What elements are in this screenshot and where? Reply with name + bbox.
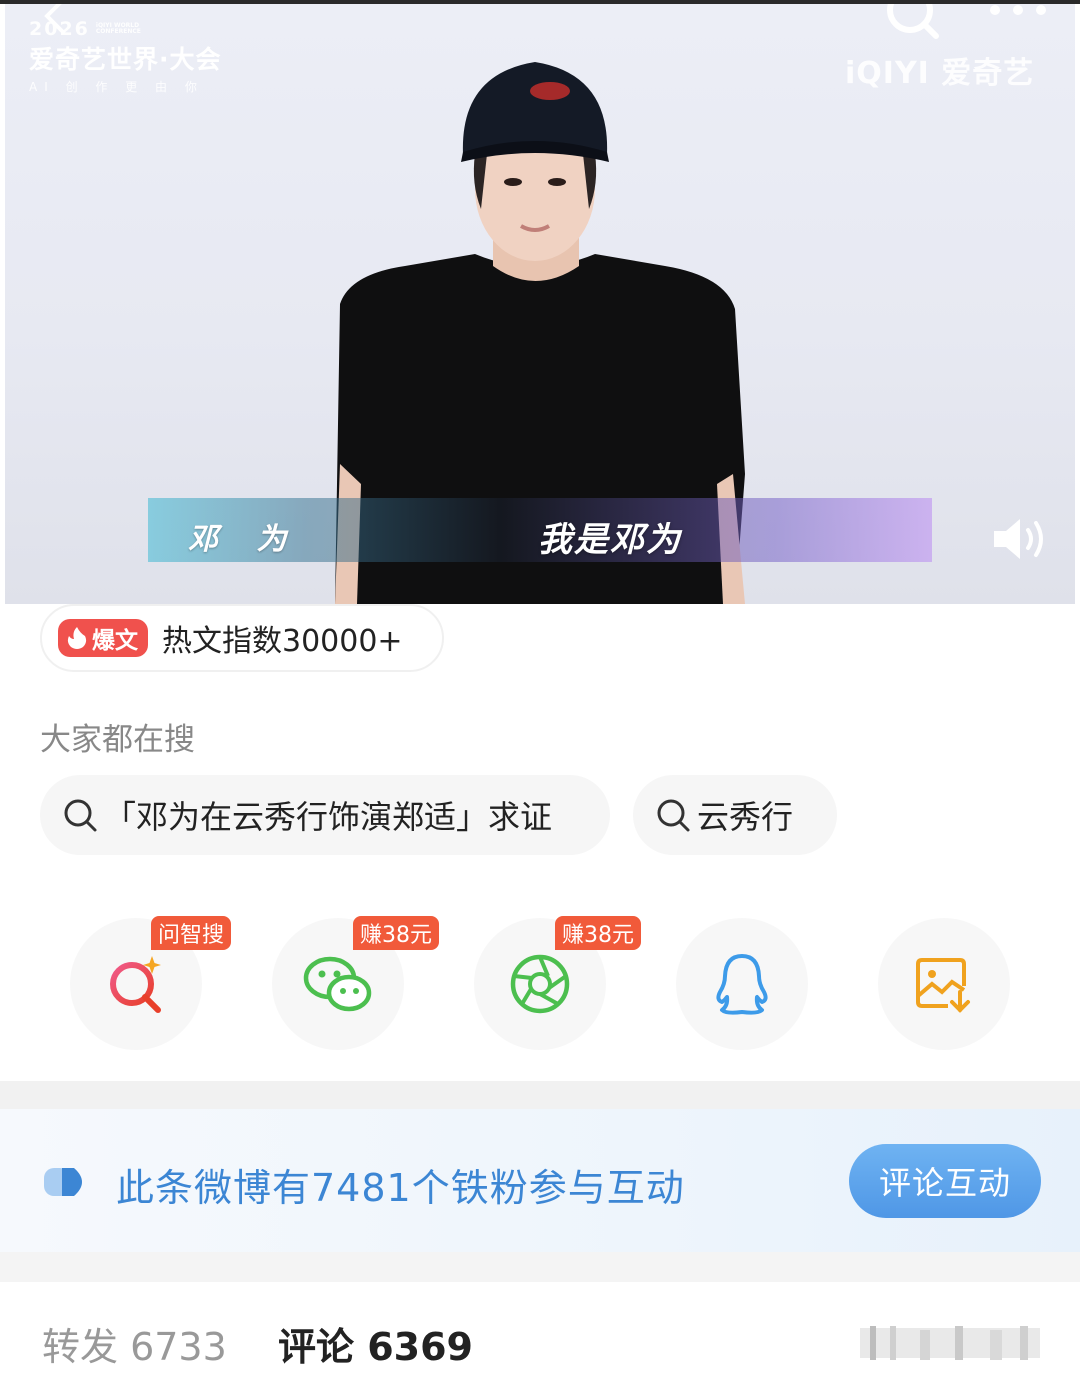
share-save-image-button[interactable] xyxy=(878,918,1010,1050)
iqiyi-watermark: iQIYI 爱奇艺 xyxy=(845,56,1035,91)
flame-icon xyxy=(67,627,87,649)
share-badge: 赚38元 xyxy=(555,916,641,950)
search-icon xyxy=(64,799,97,832)
wechat-icon xyxy=(303,956,372,1012)
conference-title: 爱奇艺世界·大会 xyxy=(29,45,222,74)
tab-comment[interactable]: 评论 6369 xyxy=(278,1316,473,1371)
share-badge: 问智搜 xyxy=(151,916,232,950)
conference-year: 2026 xyxy=(29,18,90,40)
search-icon xyxy=(657,799,690,832)
ai-search-icon xyxy=(110,956,161,1013)
section-divider xyxy=(0,1252,1080,1282)
search-icon[interactable] xyxy=(882,4,942,48)
conference-subtitle: AI 创 作 更 由 你 xyxy=(29,80,204,94)
qq-icon xyxy=(716,954,768,1015)
search-chip-label: 云秀行 xyxy=(697,798,794,836)
conference-logo: 2026 iQIYI WORLD CONFERENCE 爱奇艺世界·大会 AI 创… xyxy=(29,18,222,95)
fan-badge-icon xyxy=(44,1168,82,1196)
save-image-icon xyxy=(916,958,970,1013)
comment-interaction-button[interactable]: 评论互动 xyxy=(849,1144,1041,1218)
more-icon[interactable] xyxy=(985,4,1055,28)
conference-small-text: iQIYI WORLD CONFERENCE xyxy=(95,22,141,35)
hot-index-text: 热文指数30000+ xyxy=(162,624,403,659)
search-chip[interactable]: 「邓为在云秀行饰演郑适」求证 xyxy=(40,775,610,855)
share-qq-button[interactable] xyxy=(676,918,808,1050)
caption-subtitle: 我是邓为 xyxy=(538,520,682,560)
search-chip-label: 「邓为在云秀行饰演郑适」求证 xyxy=(104,798,553,836)
fan-interaction-text: 此条微博有7481个铁粉参与互动 xyxy=(116,1166,685,1210)
caption-name: 邓 为 xyxy=(188,522,301,557)
search-chip[interactable]: 云秀行 xyxy=(633,775,837,855)
search-heading: 大家都在搜 xyxy=(40,722,195,758)
like-count-blurred xyxy=(860,1326,1040,1360)
share-badge: 赚38元 xyxy=(353,916,439,950)
hot-index-pill[interactable]: 爆文 热文指数30000+ xyxy=(40,604,444,672)
hot-tag-label: 爆文 xyxy=(92,628,138,654)
section-divider xyxy=(0,1081,1080,1109)
volume-icon[interactable] xyxy=(990,514,1050,564)
hot-tag: 爆文 xyxy=(58,619,148,657)
tab-repost[interactable]: 转发 6733 xyxy=(42,1316,227,1371)
moments-icon xyxy=(510,954,570,1014)
video-player[interactable]: 2026 iQIYI WORLD CONFERENCE 爱奇艺世界·大会 AI 创… xyxy=(5,4,1075,604)
